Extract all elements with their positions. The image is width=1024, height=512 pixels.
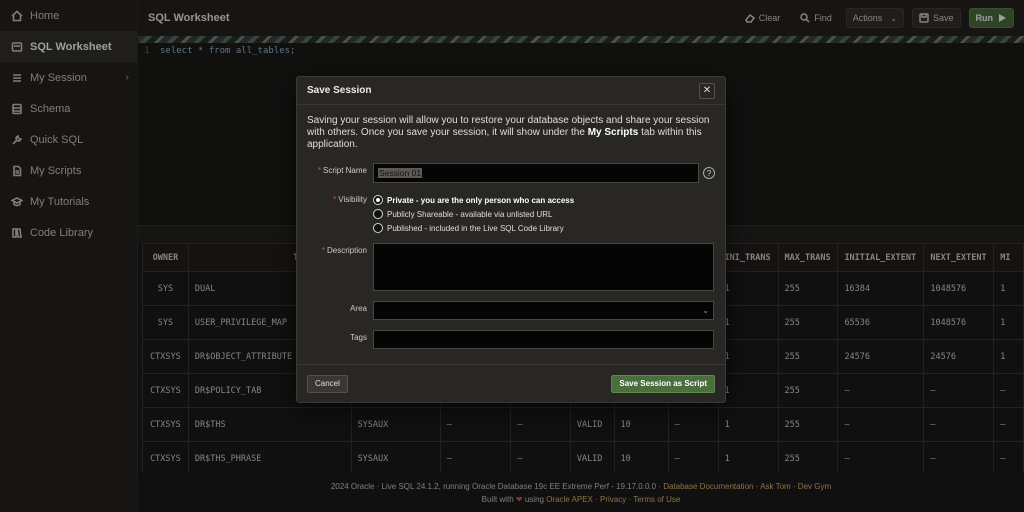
description-textarea[interactable] xyxy=(373,243,714,291)
close-button[interactable]: ✕ xyxy=(699,82,715,99)
chevron-down-icon: ⌄ xyxy=(702,306,709,315)
dialog-title: Save Session xyxy=(307,85,372,96)
required-marker: * xyxy=(317,166,321,175)
script-name-value: Session 01 xyxy=(378,168,423,178)
radio-unselected[interactable] xyxy=(373,209,383,219)
visibility-label-text: Visibility xyxy=(338,195,367,204)
visibility-option-private[interactable]: Private - you are the only person who ca… xyxy=(373,193,574,207)
cancel-button[interactable]: Cancel xyxy=(307,374,348,393)
visibility-option-shareable[interactable]: Publicly Shareable - available via unlis… xyxy=(373,207,574,221)
visibility-radio-group: Private - you are the only person who ca… xyxy=(373,193,574,235)
visibility-label: * Visibility xyxy=(297,193,373,235)
script-name-label-text: Script Name xyxy=(322,166,367,175)
radio-selected[interactable] xyxy=(373,195,383,205)
help-icon[interactable]: ? xyxy=(703,167,715,179)
close-icon: ✕ xyxy=(702,85,712,96)
description-label-text: Description xyxy=(326,246,367,255)
save-session-dialog: Save Session ✕ Saving your session will … xyxy=(296,76,726,403)
dialog-footer: Cancel Save Session as Script xyxy=(297,364,725,402)
description-row: * Description xyxy=(297,243,715,291)
tags-input[interactable] xyxy=(373,330,714,349)
option-label: Publicly Shareable - available via unlis… xyxy=(387,209,553,219)
save-session-as-script-button[interactable]: Save Session as Script xyxy=(611,374,715,393)
required-marker: * xyxy=(321,246,325,255)
dialog-intro: Saving your session will allow you to re… xyxy=(297,105,725,151)
option-label: Published - included in the Live SQL Cod… xyxy=(387,223,564,233)
description-label: * Description xyxy=(297,243,373,291)
area-label: Area xyxy=(350,304,367,313)
script-name-input[interactable]: Session 01 xyxy=(373,163,699,183)
script-name-label: * Script Name xyxy=(297,163,373,183)
area-row: Area ⌄ xyxy=(297,301,715,320)
radio-unselected[interactable] xyxy=(373,223,383,233)
visibility-row: * Visibility Private - you are the only p… xyxy=(297,193,715,235)
tags-label: Tags xyxy=(350,333,367,342)
required-marker: * xyxy=(333,195,337,204)
area-select[interactable]: ⌄ xyxy=(373,301,714,320)
tags-row: Tags xyxy=(297,330,715,349)
script-name-row: * Script Name Session 01 ? xyxy=(297,163,715,183)
visibility-option-published[interactable]: Published - included in the Live SQL Cod… xyxy=(373,221,574,235)
intro-bold: My Scripts xyxy=(587,127,639,138)
dialog-header: Save Session ✕ xyxy=(297,77,725,105)
option-label: Private - you are the only person who ca… xyxy=(387,195,575,205)
